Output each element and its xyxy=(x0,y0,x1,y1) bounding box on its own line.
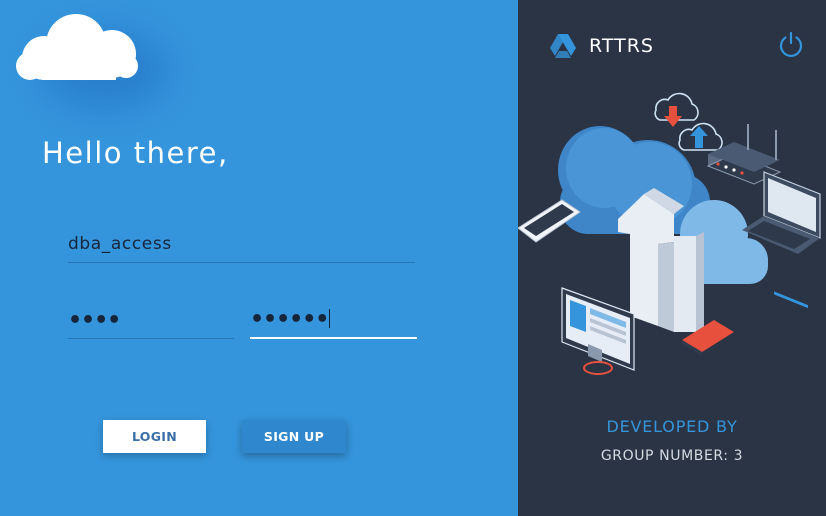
confirm-password-value: •••••• xyxy=(250,307,329,332)
login-button[interactable]: LOGIN xyxy=(103,420,206,453)
username-field[interactable]: dba_access xyxy=(68,226,415,263)
signup-button[interactable]: SIGN UP xyxy=(242,420,346,453)
username-value: dba_access xyxy=(68,234,172,254)
triangle-logo-icon xyxy=(550,34,576,58)
download-cloud-icon xyxy=(654,92,699,127)
greeting-heading: Hello there, xyxy=(42,136,229,170)
cloud-icon xyxy=(16,14,138,80)
confirm-password-value-wrap: •••••• xyxy=(250,307,331,332)
power-icon[interactable] xyxy=(777,30,805,58)
developed-by-label: DEVELOPED BY xyxy=(606,417,738,436)
info-panel: RTTRS DEVELOPED BY GROUP NUMBER: 3 xyxy=(518,0,826,516)
desktop-monitor xyxy=(561,287,635,375)
password-field[interactable]: •••• xyxy=(68,304,234,339)
group-number-label: GROUP NUMBER: 3 xyxy=(600,448,744,464)
upload-cloud-icon xyxy=(678,122,723,151)
download-arrow xyxy=(674,232,704,332)
cloud-network-illustration xyxy=(518,92,821,375)
brand: RTTRS xyxy=(549,33,654,59)
brand-name: RTTRS xyxy=(589,35,654,57)
login-panel: Hello there, dba_access •••• •••••• LOGI… xyxy=(0,0,518,516)
password-value: •••• xyxy=(68,308,121,333)
text-caret xyxy=(329,309,331,328)
confirm-password-field[interactable]: •••••• xyxy=(250,304,417,339)
